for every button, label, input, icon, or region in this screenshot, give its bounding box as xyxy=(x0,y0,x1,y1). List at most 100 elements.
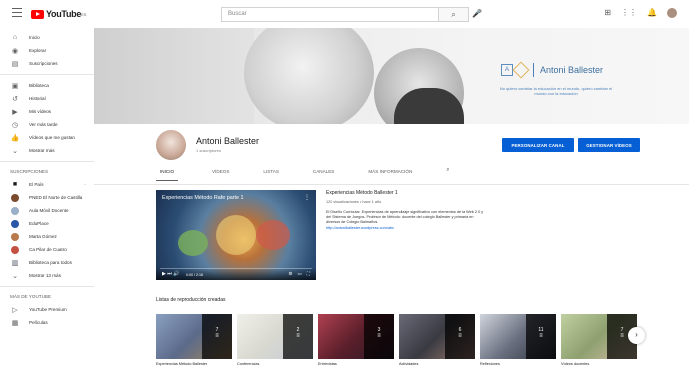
top-actions: ⊞ ⋮⋮ 🔔 xyxy=(604,8,677,18)
channel-avatar[interactable] xyxy=(156,130,186,160)
video-artwork-shape xyxy=(216,215,256,255)
playlist-thumbnail[interactable]: 2 ≡ xyxy=(237,314,313,359)
subscription-item[interactable]: Ca Pilar de Cuatro xyxy=(0,243,94,256)
live-indicator-icon: ◦ xyxy=(84,181,86,188)
channel-avatar xyxy=(11,245,19,254)
progress-bar[interactable] xyxy=(160,267,312,269)
search-button[interactable]: ⌕ xyxy=(438,7,469,22)
manage-videos-button[interactable]: GESTIONAR VÍDEOS xyxy=(578,138,640,152)
playlist-caption[interactable]: Reflexiones xyxy=(480,362,500,366)
apps-icon[interactable]: ⋮⋮ xyxy=(621,8,637,18)
menu-icon[interactable] xyxy=(12,8,22,18)
your-videos-icon: ▶ xyxy=(12,108,18,116)
sidebar-item-premium[interactable]: ▷ YouTube Premium xyxy=(0,303,94,316)
playlist-count-overlay: 3 ≡ xyxy=(364,314,394,359)
brand-diamond-icon xyxy=(512,61,530,79)
playlist-thumbnail[interactable]: 3 ≡ xyxy=(318,314,394,359)
shelf-next-button[interactable]: › xyxy=(628,327,645,344)
customize-channel-button[interactable]: PERSONALIZAR CANAL xyxy=(502,138,574,152)
chevron-down-icon: ⌄ xyxy=(12,272,18,280)
video-artwork-shape xyxy=(178,230,208,256)
fullscreen-icon[interactable]: ⛶ xyxy=(307,271,310,277)
channel-avatar-icon: ■ xyxy=(12,181,18,188)
watch-later-icon: ◷ xyxy=(11,121,19,129)
home-icon: ⌂ xyxy=(12,34,18,41)
microphone-icon[interactable]: 🎤 xyxy=(472,9,482,18)
sidebar-item-library[interactable]: ▣ Biblioteca xyxy=(0,79,94,92)
subscription-item[interactable]: ■ El País ◦ xyxy=(0,178,94,191)
sidebar-item-movies[interactable]: ▦ Películas xyxy=(0,316,94,329)
sidebar-item-subscriptions[interactable]: ▤ Suscripciones xyxy=(0,57,94,70)
subscriptions-heading: Suscripciones xyxy=(10,169,49,174)
brand-logo-icon: A xyxy=(501,64,513,76)
playlist-thumbnail[interactable]: 6 ≡ xyxy=(399,314,475,359)
playlist-icon: ≡ xyxy=(539,333,543,339)
subscription-item[interactable]: Marta Gómez xyxy=(0,230,94,243)
playlist-count-overlay: 11 ≡ xyxy=(526,314,556,359)
channel-name: Antoni Ballester xyxy=(196,136,260,146)
video-time: 0:00 / 2:16 xyxy=(186,273,203,277)
playlist-thumbnail[interactable]: 7 ≡ xyxy=(561,314,637,359)
video-artwork-shape xyxy=(256,220,290,250)
more-options-icon[interactable]: ⋮ xyxy=(304,194,310,201)
playlist-thumbnail[interactable]: 11 ≡ xyxy=(480,314,556,359)
channel-tabs: INICIO VÍDEOS LISTAS CANALES MÁS INFORMA… xyxy=(156,167,450,181)
subscription-show-more[interactable]: ⌄ Mostrar 13 más xyxy=(0,269,94,282)
sidebar-item-history[interactable]: ↺ Historial xyxy=(0,92,94,105)
sidebar-item-show-more[interactable]: ⌄ Mostrar más xyxy=(0,144,94,157)
playlist-count-overlay: 2 ≡ xyxy=(283,314,313,359)
youtube-logo[interactable]: YouTube ES xyxy=(31,9,86,19)
playlist-caption[interactable]: Actividades xyxy=(399,362,418,366)
playlist-caption[interactable]: Conferencias xyxy=(237,362,259,366)
featured-video-player[interactable]: Experiencias Método Rafe parte 1 ⋮ ▶ ⏭ 🔊… xyxy=(156,190,316,280)
playlist-caption[interactable]: Entrevistas xyxy=(318,362,337,366)
search-icon: ⌕ xyxy=(451,10,456,19)
channel-search-icon[interactable]: ⌕ xyxy=(446,167,449,181)
video-overlay-title: Experiencias Método Rafe parte 1 xyxy=(162,195,244,201)
miniplayer-icon[interactable]: ▭ xyxy=(297,271,301,277)
sidebar-item-your-videos[interactable]: ▶ Mis vídeos xyxy=(0,105,94,118)
tab-home[interactable]: INICIO xyxy=(156,167,179,181)
sidebar-divider xyxy=(0,161,94,162)
playlist-icon: ≡ xyxy=(296,333,300,339)
create-video-icon[interactable]: ⊞ xyxy=(604,8,611,18)
tab-videos[interactable]: VÍDEOS xyxy=(212,167,229,181)
channel-avatar xyxy=(11,219,19,228)
playlist-caption[interactable]: Experiencias Método Ballester xyxy=(156,362,207,366)
sidebar-item-watch-later[interactable]: ◷ Ver más tarde xyxy=(0,118,94,131)
tab-about[interactable]: MÁS INFORMACIÓN xyxy=(368,167,412,181)
chevron-down-icon: ⌄ xyxy=(12,147,18,155)
search-input[interactable]: Buscar xyxy=(221,7,461,22)
subscription-item[interactable]: ▥ Biblioteca para todos xyxy=(0,256,94,269)
sidebar-divider xyxy=(0,74,94,75)
sidebar-item-liked[interactable]: 👍 Vídeos que me gustan xyxy=(0,131,94,144)
playlists-heading[interactable]: Listas de reproducción creadas xyxy=(156,297,226,303)
sidebar-divider xyxy=(0,286,94,287)
top-bar: YouTube ES Buscar ⌕ 🎤 ⊞ ⋮⋮ 🔔 xyxy=(0,0,689,28)
featured-video-title[interactable]: Experiencias Método Ballester 1 xyxy=(326,190,486,196)
channel-avatar-icon: ▥ xyxy=(11,259,19,267)
play-icon[interactable]: ▶ ⏭ 🔊 xyxy=(162,271,179,277)
sidebar-item-explore[interactable]: ◉ Explorar xyxy=(0,44,94,57)
subscription-item[interactable]: Aula Móvil Docente xyxy=(0,204,94,217)
subscription-item[interactable]: PNED El Norte de Castilla xyxy=(0,191,94,204)
banner-brand: A Antoni Ballester xyxy=(501,61,604,79)
featured-video-info: Experiencias Método Ballester 1 120 visu… xyxy=(326,190,486,231)
playlist-icon: ≡ xyxy=(215,333,219,339)
subscription-item[interactable]: EduPlace xyxy=(0,217,94,230)
settings-icon[interactable]: ⚙ xyxy=(288,271,292,277)
chevron-right-icon: › xyxy=(635,330,638,339)
history-icon: ↺ xyxy=(12,95,18,103)
tab-channels[interactable]: CANALES xyxy=(313,167,334,181)
logo-region: ES xyxy=(81,11,87,17)
banner-brand-name: Antoni Ballester xyxy=(540,65,604,75)
playlist-thumbnail[interactable]: 7 ≡ xyxy=(156,314,232,359)
featured-video-link[interactable]: http://antoniballester.wordpress.com/abc xyxy=(326,226,486,231)
tab-playlists[interactable]: LISTAS xyxy=(263,167,279,181)
playlists-shelf: 7 ≡ 2 ≡ 3 ≡ 6 ≡ 11 ≡ 7 ≡ Experiencias Método B… xyxy=(156,314,639,366)
sidebar-item-home[interactable]: ⌂ Inicio xyxy=(0,31,94,44)
playlist-caption[interactable]: Vídeos docentes xyxy=(561,362,589,366)
notifications-icon[interactable]: 🔔 xyxy=(647,8,657,18)
subscriber-count: 1 suscriptores xyxy=(196,148,221,153)
avatar[interactable] xyxy=(667,8,677,18)
